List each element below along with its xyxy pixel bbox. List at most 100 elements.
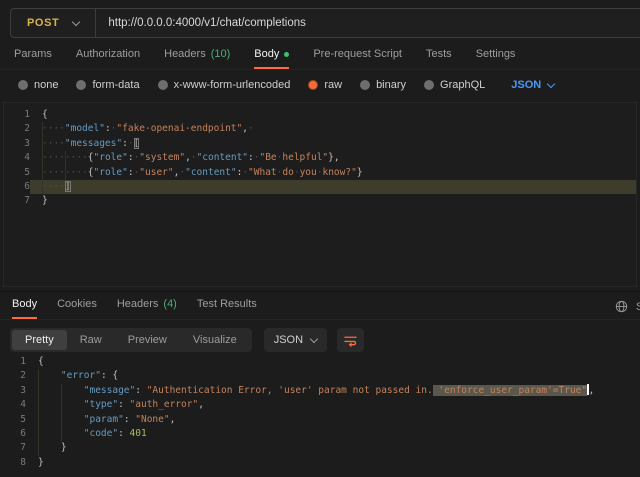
- body-type-label: x-www-form-urlencoded: [174, 79, 291, 91]
- code-token: ····: [42, 181, 65, 192]
- line-number: 3: [4, 137, 30, 151]
- code-token: do: [282, 167, 293, 178]
- body-type-binary[interactable]: binary: [360, 79, 406, 91]
- code-token: ,: [589, 385, 595, 396]
- line-number: 5: [4, 166, 30, 180]
- code-token: you: [300, 167, 317, 178]
- tab-body[interactable]: Body: [254, 48, 289, 69]
- code-token: "auth_error": [130, 399, 199, 410]
- code-line: "param": "None",: [26, 413, 640, 427]
- indent-guide: [61, 427, 62, 441]
- editor-line: 1{: [4, 108, 636, 122]
- globe-icon[interactable]: [615, 300, 628, 313]
- editor-line: 7 }: [0, 441, 640, 455]
- code-token: [38, 370, 61, 381]
- radio-icon: [18, 80, 28, 90]
- line-number: 7: [0, 441, 26, 455]
- response-format-selector[interactable]: JSON: [264, 328, 327, 352]
- code-token: ,: [198, 399, 204, 410]
- editor-line: 7}: [4, 194, 636, 208]
- indent-guide: [65, 151, 66, 165]
- view-tab-preview[interactable]: Preview: [115, 330, 180, 350]
- code-token: {: [42, 109, 48, 120]
- tab-pre-request-script[interactable]: Pre-request Script: [313, 48, 402, 69]
- code-token: :: [124, 414, 135, 425]
- request-body-editor[interactable]: 1{2····"model":·"fake-openai-endpoint",·…: [3, 102, 637, 287]
- raw-type-selector[interactable]: JSON: [511, 79, 554, 91]
- request-tabs: Params Authorization Headers(10) Body Pre-re…: [0, 48, 640, 70]
- line-number: 1: [4, 108, 30, 122]
- code-token: know?": [322, 167, 356, 178]
- code-line: {: [26, 355, 640, 369]
- code-token: "code": [84, 428, 118, 439]
- code-line: "message": "Authentication Error, 'user'…: [26, 384, 640, 398]
- tab-label: Pre-request Script: [313, 48, 402, 60]
- indent-guide: [38, 413, 39, 427]
- body-type-none[interactable]: none: [18, 79, 58, 91]
- tab-tests[interactable]: Tests: [426, 48, 452, 69]
- tab-headers[interactable]: Headers(10): [164, 48, 230, 69]
- code-token: "error": [61, 370, 101, 381]
- code-token: 'enforce_user_param'=True": [433, 385, 587, 396]
- code-token: "fake-openai-endpoint": [116, 123, 242, 134]
- line-number: 4: [4, 151, 30, 165]
- tab-label: Settings: [476, 48, 516, 60]
- response-view-tabs: PrettyRawPreviewVisualize: [10, 328, 252, 352]
- wrap-text-icon: [343, 334, 358, 347]
- code-token: {: [38, 356, 44, 367]
- code-token: }: [357, 167, 363, 178]
- url-input[interactable]: http://0.0.0.0:4000/v1/chat/completions: [96, 17, 306, 29]
- indent-guide: [38, 398, 39, 412]
- radio-icon: [360, 80, 370, 90]
- editor-line: 6 "code": 401: [0, 427, 640, 441]
- response-tab-headers[interactable]: Headers(4): [117, 298, 177, 319]
- code-token: :: [101, 370, 112, 381]
- indent-guide: [61, 398, 62, 412]
- response-tab-label: Cookies: [57, 298, 97, 310]
- code-token: "What: [248, 167, 277, 178]
- code-token: ,: [170, 414, 176, 425]
- view-tab-raw[interactable]: Raw: [67, 330, 115, 350]
- indent-guide: [42, 151, 43, 165]
- code-line: "error": {: [26, 369, 640, 383]
- indent-guide: [42, 166, 43, 180]
- tab-params[interactable]: Params: [14, 48, 52, 69]
- editor-line: 4 "type": "auth_error",: [0, 398, 640, 412]
- line-number: 6: [0, 427, 26, 441]
- code-token: "param": [84, 414, 124, 425]
- response-tab-label: Body: [12, 298, 37, 310]
- body-type-label: GraphQL: [440, 79, 485, 91]
- radio-icon: [76, 80, 86, 90]
- body-type-form-data[interactable]: form-data: [76, 79, 139, 91]
- indent-guide: [38, 427, 39, 441]
- code-token: "messages": [65, 138, 122, 149]
- wrap-text-button[interactable]: [337, 328, 364, 352]
- tab-authorization[interactable]: Authorization: [76, 48, 140, 69]
- line-number: 5: [0, 413, 26, 427]
- response-tab-body[interactable]: Body: [12, 298, 37, 319]
- tab-label: Authorization: [76, 48, 140, 60]
- body-type-x-www-form-urlencoded[interactable]: x-www-form-urlencoded: [158, 79, 291, 91]
- view-tab-visualize[interactable]: Visualize: [180, 330, 250, 350]
- response-tab-cookies[interactable]: Cookies: [57, 298, 97, 319]
- code-token: "message": [84, 385, 135, 396]
- code-token: {: [112, 370, 118, 381]
- code-line: ····"messages":·[: [30, 137, 636, 151]
- code-token: "content": [185, 167, 236, 178]
- method-selector[interactable]: POST: [11, 9, 95, 37]
- indent-guide: [38, 369, 39, 383]
- indent-guide: [38, 441, 39, 455]
- code-token: "None": [135, 414, 169, 425]
- response-tab-test-results[interactable]: Test Results: [197, 298, 257, 319]
- response-body-editor[interactable]: 1{2 "error": {3 "message": "Authenticati…: [0, 355, 640, 476]
- line-number: 4: [0, 398, 26, 412]
- indent-guide: [38, 384, 39, 398]
- tab-settings[interactable]: Settings: [476, 48, 516, 69]
- tab-label: Headers: [164, 48, 206, 60]
- view-tab-pretty[interactable]: Pretty: [12, 330, 67, 350]
- indent-guide: [42, 180, 43, 194]
- code-line: ········{"role":·"system",·"content":·"B…: [30, 151, 636, 165]
- code-token: "model": [65, 123, 105, 134]
- body-type-graphql[interactable]: GraphQL: [424, 79, 485, 91]
- body-type-raw[interactable]: raw: [308, 79, 342, 91]
